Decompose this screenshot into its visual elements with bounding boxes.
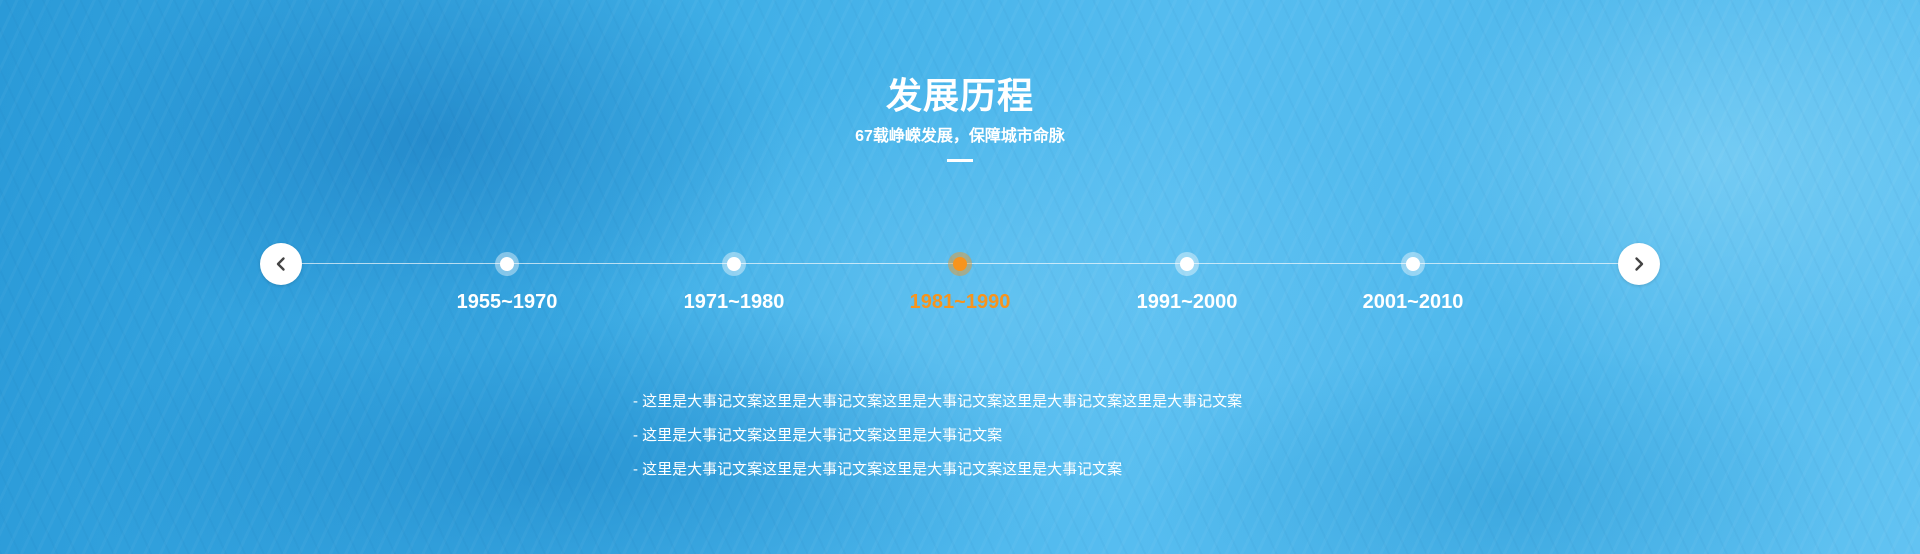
chevron-left-icon — [276, 257, 285, 271]
timeline-year-label[interactable]: 1991~2000 — [1097, 289, 1277, 315]
event-list: - 这里是大事记文案这里是大事记文案这里是大事记文案这里是大事记文案这里是大事记… — [633, 385, 1242, 487]
timeline-year-label[interactable]: 1971~1980 — [644, 289, 824, 315]
timeline-year-label[interactable]: 2001~2010 — [1323, 289, 1503, 315]
timeline-node-active[interactable] — [948, 252, 972, 276]
history-section: 发展历程 67载峥嵘发展，保障城市命脉 1955~1970 1971~1980 … — [0, 0, 1920, 554]
timeline-node[interactable] — [1175, 252, 1199, 276]
event-item: - 这里是大事记文案这里是大事记文案这里是大事记文案这里是大事记文案这里是大事记… — [633, 393, 1243, 410]
section-subtitle: 67载峥嵘发展，保障城市命脉 — [855, 128, 1065, 145]
timeline-year-label-active[interactable]: 1981~1990 — [870, 289, 1050, 315]
timeline-next-button[interactable] — [1618, 243, 1660, 285]
timeline-node[interactable] — [1401, 252, 1425, 276]
event-item: - 这里是大事记文案这里是大事记文案这里是大事记文案这里是大事记文案 — [633, 461, 1123, 478]
timeline-year-label[interactable]: 1955~1970 — [417, 289, 597, 315]
timeline-prev-button[interactable] — [260, 243, 302, 285]
timeline-node[interactable] — [722, 252, 746, 276]
title-divider — [947, 159, 973, 162]
event-item: - 这里是大事记文案这里是大事记文案这里是大事记文案 — [633, 427, 1003, 444]
section-title: 发展历程 — [885, 75, 1034, 116]
chevron-right-icon — [1635, 257, 1644, 271]
timeline-node[interactable] — [495, 252, 519, 276]
